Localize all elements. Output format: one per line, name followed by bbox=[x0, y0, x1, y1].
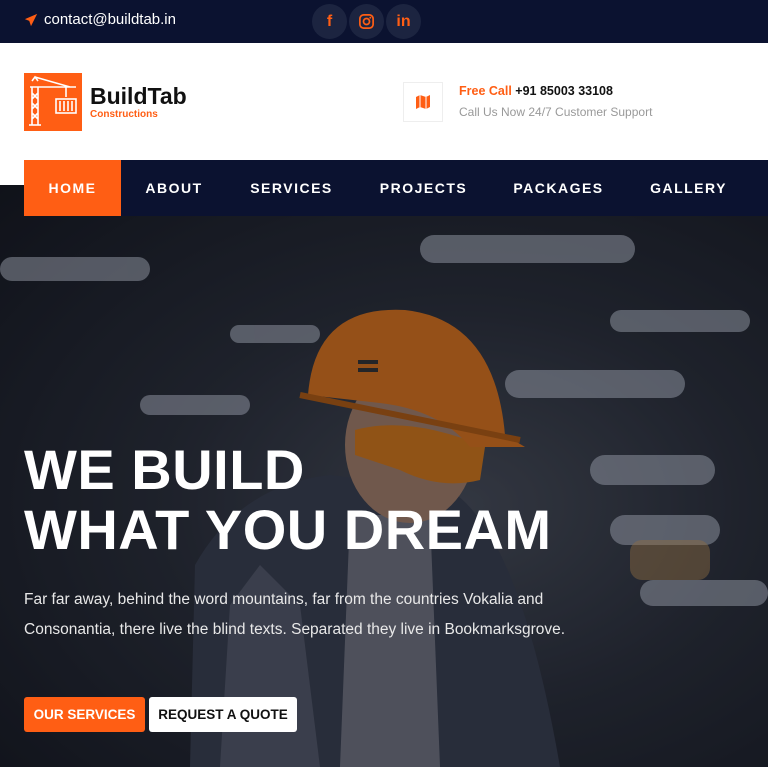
nav-item-services[interactable]: SERVICES bbox=[227, 160, 356, 216]
phone-number[interactable]: +91 85003 33108 bbox=[515, 84, 613, 98]
nav-item-about[interactable]: ABOUT bbox=[121, 160, 227, 216]
call-info: Free Call +91 85003 33108 Call Us Now 24… bbox=[459, 84, 652, 119]
brand-tagline: Constructions bbox=[90, 109, 158, 120]
social-links: f in bbox=[312, 4, 421, 39]
our-services-button[interactable]: OUR SERVICES bbox=[24, 697, 145, 732]
crane-logo-icon[interactable] bbox=[24, 73, 82, 131]
nav-item-packages[interactable]: PACKAGES bbox=[491, 160, 626, 216]
brand[interactable]: BuildTab Constructions bbox=[90, 83, 187, 121]
support-text: Call Us Now 24/7 Customer Support bbox=[459, 105, 653, 119]
brand-name: BuildTab bbox=[90, 83, 187, 109]
headline-line-2: WHAT YOU DREAM bbox=[24, 498, 552, 561]
linkedin-icon[interactable]: in bbox=[386, 4, 421, 39]
map-icon bbox=[403, 82, 443, 122]
paper-plane-icon bbox=[24, 13, 38, 26]
headline-line-1: WE BUILD bbox=[24, 438, 305, 501]
hero-description: Far far away, behind the word mountains,… bbox=[24, 591, 566, 638]
contact-email[interactable]: contact@buildtab.in bbox=[24, 11, 176, 28]
free-call-label: Free Call bbox=[459, 84, 512, 98]
request-quote-button[interactable]: REQUEST A QUOTE bbox=[149, 697, 297, 732]
hero-headline: WE BUILD WHAT YOU DREAM bbox=[24, 440, 552, 560]
main-nav: HOME ABOUT SERVICES PROJECTS PACKAGES GA… bbox=[24, 160, 768, 216]
email-text: contact@buildtab.in bbox=[44, 11, 176, 28]
facebook-icon[interactable]: f bbox=[312, 4, 347, 39]
top-bar: contact@buildtab.in f in bbox=[0, 0, 768, 43]
nav-item-projects[interactable]: PROJECTS bbox=[356, 160, 491, 216]
site-header: BuildTab Constructions Free Call +91 850… bbox=[0, 43, 768, 160]
instagram-icon[interactable] bbox=[349, 4, 384, 39]
nav-item-gallery[interactable]: GALLERY bbox=[626, 160, 751, 216]
nav-item-home[interactable]: HOME bbox=[24, 160, 121, 216]
